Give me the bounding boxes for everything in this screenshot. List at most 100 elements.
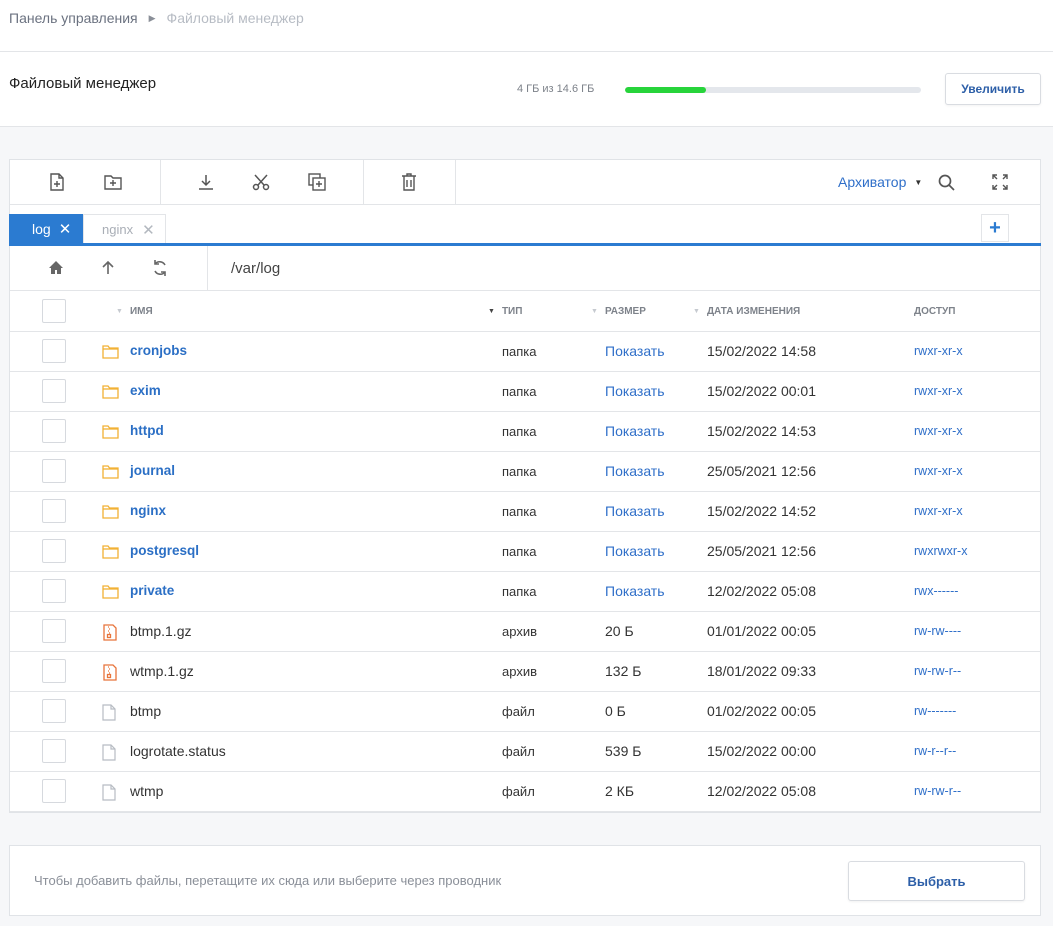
file-name[interactable]: httpd xyxy=(130,423,164,438)
table-row[interactable]: wtmp файл 2 КБ 12/02/2022 05:08 rw-rw-r-- xyxy=(10,772,1040,812)
cut-icon[interactable] xyxy=(250,171,272,193)
arrow-up-icon[interactable] xyxy=(98,258,118,278)
folder-icon xyxy=(102,504,119,520)
row-checkbox[interactable] xyxy=(42,459,66,483)
close-icon[interactable]: ✕ xyxy=(59,220,72,238)
file-name[interactable]: btmp xyxy=(130,703,161,719)
column-size-label: РАЗМЕР xyxy=(604,306,646,317)
column-name[interactable]: ▼ ИМЯ xyxy=(116,306,153,317)
choose-files-button[interactable]: Выбрать xyxy=(848,861,1025,901)
home-icon[interactable] xyxy=(46,258,66,278)
table-row[interactable]: cronjobs папка Показать 15/02/2022 14:58 rwx… xyxy=(10,332,1040,372)
column-type[interactable]: ▼ ТИП xyxy=(488,306,522,317)
row-checkbox[interactable] xyxy=(42,539,66,563)
file-type: архив xyxy=(502,624,537,639)
permissions-link[interactable]: rw-rw---- xyxy=(914,624,961,638)
row-checkbox[interactable] xyxy=(42,339,66,363)
show-size-link[interactable]: Показать xyxy=(605,383,665,399)
file-name[interactable]: wtmp xyxy=(130,783,163,799)
modified-date: 15/02/2022 14:52 xyxy=(707,503,816,519)
table-row[interactable]: wtmp.1.gz архив 132 Б 18/01/2022 09:33 rw-rw… xyxy=(10,652,1040,692)
tab-nginx[interactable]: nginx ✕ xyxy=(83,214,166,244)
permissions-link[interactable]: rw-rw-r-- xyxy=(914,784,961,798)
permissions-link[interactable]: rwxr-xr-x xyxy=(914,464,963,478)
file-name[interactable]: logrotate.status xyxy=(130,743,226,759)
file-name[interactable]: private xyxy=(130,583,174,598)
close-icon[interactable]: ✕ xyxy=(142,221,155,239)
row-checkbox[interactable] xyxy=(42,699,66,723)
folder-icon xyxy=(102,464,119,480)
permissions-link[interactable]: rwxrwxr-x xyxy=(914,544,967,558)
folder-icon xyxy=(102,424,119,440)
row-checkbox[interactable] xyxy=(42,579,66,603)
permissions-link[interactable]: rwxr-xr-x xyxy=(914,384,963,398)
file-type: папка xyxy=(502,504,537,519)
download-icon[interactable] xyxy=(195,171,217,193)
file-name[interactable]: postgresql xyxy=(130,543,199,558)
show-size-link[interactable]: Показать xyxy=(605,583,665,599)
archive-file-icon xyxy=(102,624,119,641)
row-checkbox[interactable] xyxy=(42,659,66,683)
search-icon[interactable] xyxy=(935,171,957,193)
table-row[interactable]: nginx папка Показать 15/02/2022 14:52 rwxr-x… xyxy=(10,492,1040,532)
file-name[interactable]: journal xyxy=(130,463,175,478)
permissions-link[interactable]: rw-r--r-- xyxy=(914,744,956,758)
permissions-link[interactable]: rwxr-xr-x xyxy=(914,504,963,518)
file-type: папка xyxy=(502,544,537,559)
select-all-checkbox[interactable] xyxy=(42,299,66,323)
table-row[interactable]: httpd папка Показать 15/02/2022 14:53 rwxr-x… xyxy=(10,412,1040,452)
permissions-link[interactable]: rwxr-xr-x xyxy=(914,344,963,358)
toolbar-divider xyxy=(363,160,364,205)
new-folder-icon[interactable] xyxy=(102,171,124,193)
row-checkbox[interactable] xyxy=(42,779,66,803)
show-size-link[interactable]: Показать xyxy=(605,423,665,439)
column-date-label: ДАТА ИЗМЕНЕНИЯ xyxy=(706,306,801,317)
show-size-link[interactable]: Показать xyxy=(605,503,665,519)
row-checkbox[interactable] xyxy=(42,619,66,643)
new-file-icon[interactable] xyxy=(46,171,68,193)
column-size[interactable]: ▼ РАЗМЕР xyxy=(591,306,646,317)
modified-date: 25/05/2021 12:56 xyxy=(707,543,816,559)
file-name[interactable]: nginx xyxy=(130,503,166,518)
current-path[interactable]: /var/log xyxy=(231,260,280,277)
add-tab-button[interactable]: + xyxy=(981,214,1009,242)
fullscreen-icon[interactable] xyxy=(989,171,1011,193)
file-name[interactable]: cronjobs xyxy=(130,343,187,358)
show-size-link[interactable]: Показать xyxy=(605,343,665,359)
table-row[interactable]: postgresql папка Показать 25/05/2021 12:56 r… xyxy=(10,532,1040,572)
breadcrumb-root[interactable]: Панель управления xyxy=(9,10,138,26)
row-checkbox[interactable] xyxy=(42,379,66,403)
file-name[interactable]: exim xyxy=(130,383,161,398)
archiver-dropdown[interactable]: Архиватор ▼ xyxy=(838,174,922,190)
table-row[interactable]: btmp.1.gz архив 20 Б 01/01/2022 00:05 rw-rw-… xyxy=(10,612,1040,652)
modified-date: 01/01/2022 00:05 xyxy=(707,623,816,639)
file-name[interactable]: btmp.1.gz xyxy=(130,623,191,639)
permissions-link[interactable]: rwx------ xyxy=(914,584,958,598)
delete-icon[interactable] xyxy=(398,171,420,193)
file-type: архив xyxy=(502,664,537,679)
modified-date: 12/02/2022 05:08 xyxy=(707,583,816,599)
tab-log[interactable]: log ✕ xyxy=(9,214,83,244)
permissions-link[interactable]: rwxr-xr-x xyxy=(914,424,963,438)
refresh-icon[interactable] xyxy=(150,258,170,278)
file-name[interactable]: wtmp.1.gz xyxy=(130,663,194,679)
permissions-link[interactable]: rw------- xyxy=(914,704,956,718)
table-row[interactable]: private папка Показать 12/02/2022 05:08 rwx-… xyxy=(10,572,1040,612)
file-size: 20 Б xyxy=(605,623,634,639)
sort-icon: ▼ xyxy=(116,308,123,315)
show-size-link[interactable]: Показать xyxy=(605,463,665,479)
table-row[interactable]: logrotate.status файл 539 Б 15/02/2022 00:0… xyxy=(10,732,1040,772)
row-checkbox[interactable] xyxy=(42,419,66,443)
caret-down-icon: ▼ xyxy=(914,177,923,187)
show-size-link[interactable]: Показать xyxy=(605,543,665,559)
upload-dropzone[interactable]: Чтобы добавить файлы, перетащите их сюда… xyxy=(9,845,1041,916)
table-row[interactable]: btmp файл 0 Б 01/02/2022 00:05 rw------- xyxy=(10,692,1040,732)
permissions-link[interactable]: rw-rw-r-- xyxy=(914,664,961,678)
row-checkbox[interactable] xyxy=(42,499,66,523)
table-row[interactable]: journal папка Показать 25/05/2021 12:56 rwxr… xyxy=(10,452,1040,492)
increase-quota-button[interactable]: Увеличить xyxy=(945,73,1041,105)
column-date[interactable]: ▼ ДАТА ИЗМЕНЕНИЯ xyxy=(693,306,800,317)
copy-icon[interactable] xyxy=(306,171,328,193)
table-row[interactable]: exim папка Показать 15/02/2022 00:01 rwxr-xr… xyxy=(10,372,1040,412)
row-checkbox[interactable] xyxy=(42,739,66,763)
